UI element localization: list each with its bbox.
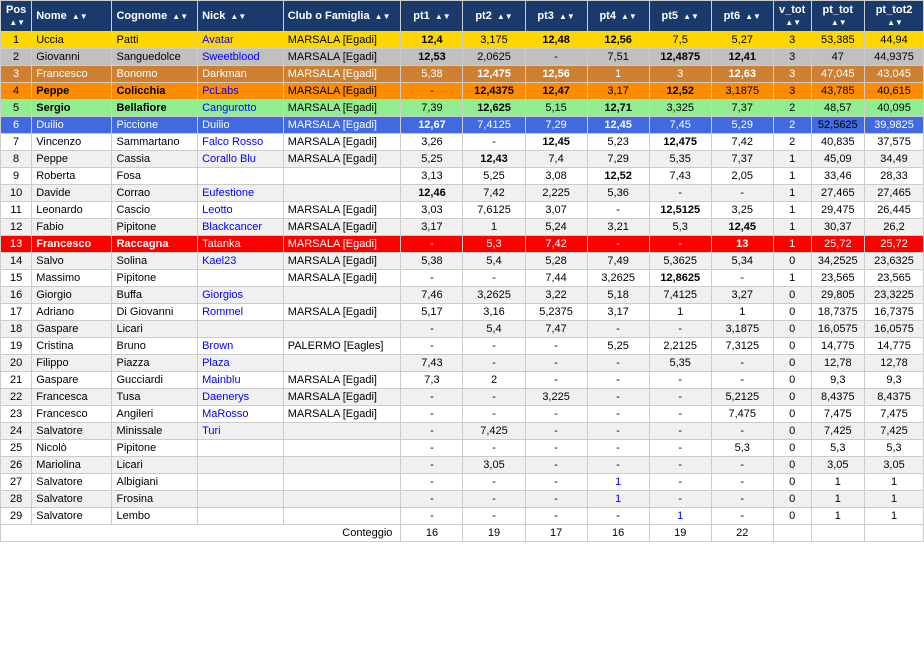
sort-arrow-nome: ▲▼ [72,12,88,21]
table-row: 19CristinaBrunoBrownPALERMO [Eagles]---5… [1,338,924,355]
sort-arrow-club: ▲▼ [375,12,391,21]
footer-pt6: 22 [711,525,773,542]
col-header-pos[interactable]: Pos ▲▼ [1,1,32,32]
table-row: 16GiorgioBuffaGiorgios7,463,26253,225,18… [1,287,924,304]
col-header-pt4[interactable]: pt4 ▲▼ [587,1,649,32]
sort-arrow-pttot2: ▲▼ [887,18,903,27]
sort-arrow-vtot: ▲▼ [785,18,801,27]
col-header-nome[interactable]: Nome ▲▼ [32,1,112,32]
sort-arrow-pt4: ▲▼ [621,12,637,21]
table-body: 1UcciaPattiAvatarMARSALA [Egadi]12,43,17… [1,32,924,525]
table-row: 4PeppeColicchiaPcLabsMARSALA [Egadi]-12,… [1,83,924,100]
table-row: 7VincenzoSammartanoFalco RossoMARSALA [E… [1,134,924,151]
table-row: 24SalvatoreMinissaleTuri-7,425----07,425… [1,423,924,440]
col-header-cognome[interactable]: Cognome ▲▼ [112,1,198,32]
footer-pt2: 19 [463,525,525,542]
col-header-pt3[interactable]: pt3 ▲▼ [525,1,587,32]
col-header-pt1[interactable]: pt1 ▲▼ [401,1,463,32]
table-row: 13FrancescoRaccagnaTatankaMARSALA [Egadi… [1,236,924,253]
table-row: 10DavideCorraoEufestione12,467,422,2255,… [1,185,924,202]
table-row: 15MassimoPipitoneMARSALA [Egadi]--7,443,… [1,270,924,287]
sort-arrow-pt2: ▲▼ [497,12,513,21]
footer-empty3 [865,525,924,542]
footer-pt5: 19 [649,525,711,542]
main-table: Pos ▲▼ Nome ▲▼ Cognome ▲▼ Nick ▲▼ Club o… [0,0,924,542]
table-row: 20FilippoPiazzaPlaza7,43---5,35-012,7812… [1,355,924,372]
table-row: 28SalvatoreFrosina---1--011 [1,491,924,508]
col-header-pt6[interactable]: pt6 ▲▼ [711,1,773,32]
table-row: 12FabioPipitoneBlackcancerMARSALA [Egadi… [1,219,924,236]
table-row: 18GaspareLicari-5,47,47--3,1875016,05751… [1,321,924,338]
col-header-club[interactable]: Club o Famiglia ▲▼ [283,1,401,32]
table-row: 25NicolòPipitone-----5,305,35,3 [1,440,924,457]
sort-arrow-cognome: ▲▼ [172,12,188,21]
sort-arrow-pttot: ▲▼ [831,18,847,27]
footer-pt1: 16 [401,525,463,542]
col-header-pt2[interactable]: pt2 ▲▼ [463,1,525,32]
footer-label: Conteggio [1,525,401,542]
footer-empty2 [811,525,865,542]
table-row: 14SalvoSolinaKael23MARSALA [Egadi]5,385,… [1,253,924,270]
col-header-pttot2[interactable]: pt_tot2 ▲▼ [865,1,924,32]
table-row: 6DuilioPiccioneDuilioMARSALA [Egadi]12,6… [1,117,924,134]
table-row: 8PeppeCassiaCorallo BluMARSALA [Egadi]5,… [1,151,924,168]
table-row: 21GaspareGucciardiMainbluMARSALA [Egadi]… [1,372,924,389]
col-header-vtot[interactable]: v_tot ▲▼ [773,1,811,32]
table-row: 2GiovanniSanguedolceSweetbloodMARSALA [E… [1,49,924,66]
sort-arrow-nick: ▲▼ [230,12,246,21]
col-header-pt5[interactable]: pt5 ▲▼ [649,1,711,32]
table-row: 1UcciaPattiAvatarMARSALA [Egadi]12,43,17… [1,32,924,49]
sort-arrow-pt6: ▲▼ [745,12,761,21]
table-row: 23FrancescoAngileriMaRossoMARSALA [Egadi… [1,406,924,423]
table-row: 9RobertaFosa3,135,253,0812,527,432,05133… [1,168,924,185]
sort-arrow-pt1: ▲▼ [435,12,451,21]
header-row: Pos ▲▼ Nome ▲▼ Cognome ▲▼ Nick ▲▼ Club o… [1,1,924,32]
col-header-pttot[interactable]: pt_tot ▲▼ [811,1,865,32]
table-row: 29SalvatoreLembo----1-011 [1,508,924,525]
table-row: 5SergioBellafioreCangurottoMARSALA [Egad… [1,100,924,117]
footer-pt3: 17 [525,525,587,542]
footer-pt4: 16 [587,525,649,542]
sort-arrow-pt3: ▲▼ [559,12,575,21]
table-row: 17AdrianoDi GiovanniRommelMARSALA [Egadi… [1,304,924,321]
table-row: 26MariolinaLicari-3,05----03,053,05 [1,457,924,474]
table-row: 27SalvatoreAlbigiani---1--011 [1,474,924,491]
sort-arrow-pt5: ▲▼ [683,12,699,21]
sort-arrow-pos: ▲▼ [9,18,25,27]
col-header-nick[interactable]: Nick ▲▼ [198,1,284,32]
footer-empty1 [773,525,811,542]
footer-row: Conteggio 16 19 17 16 19 22 [1,525,924,542]
table-row: 22FrancescaTusaDaenerysMARSALA [Egadi]--… [1,389,924,406]
table-row: 3FrancescoBonomoDarkmanMARSALA [Egadi]5,… [1,66,924,83]
table-row: 11LeonardoCascioLeottoMARSALA [Egadi]3,0… [1,202,924,219]
